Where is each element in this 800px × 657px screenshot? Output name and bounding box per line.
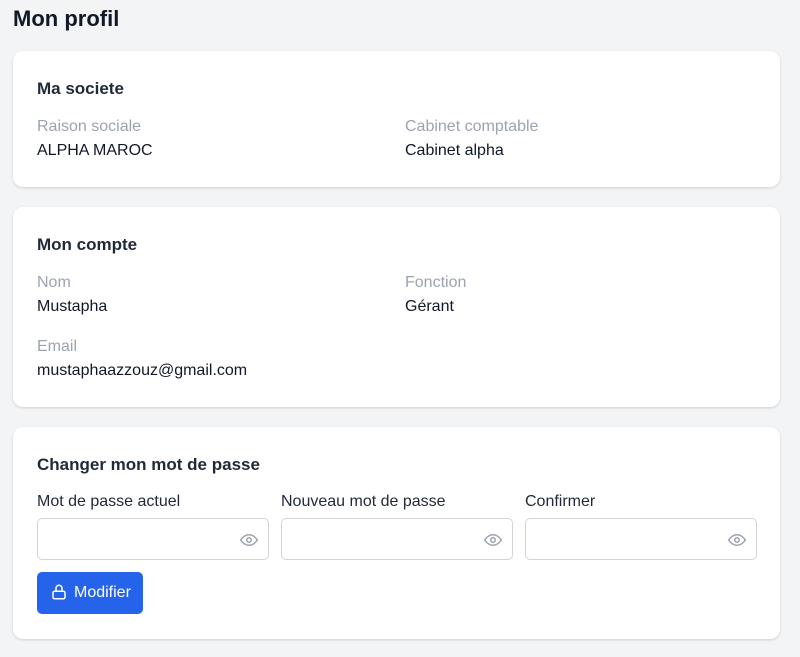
current-password-field [37,518,269,560]
new-password-label: Nouveau mot de passe [281,493,446,510]
modify-password-button[interactable]: Modifier [37,572,143,614]
eye-icon[interactable] [728,531,746,549]
company-card: Ma societe Raison sociale ALPHA MAROC Ca… [13,51,780,187]
confirm-password-input[interactable] [526,519,716,559]
new-password-input[interactable] [282,519,472,559]
new-password-field [281,518,513,560]
email-value: mustaphaazzouz@gmail.com [37,362,248,379]
modify-button-label: Modifier [74,584,131,601]
profile-page: Mon profil Ma societe Raison sociale ALP… [0,0,800,657]
accounting-firm-label: Cabinet comptable [405,118,539,135]
company-name-value: ALPHA MAROC [37,142,153,159]
current-password-label: Mot de passe actuel [37,493,181,510]
company-card-title: Ma societe [37,79,124,98]
confirm-password-field [525,518,757,560]
function-label: Fonction [405,274,467,291]
accounting-firm-value: Cabinet alpha [405,142,504,159]
page-title: Mon profil [13,6,120,31]
account-card-title: Mon compte [37,235,138,254]
account-card: Mon compte Nom Mustapha Fonction Gérant … [13,207,780,407]
company-name-label: Raison sociale [37,118,142,135]
name-value: Mustapha [37,298,108,315]
eye-icon[interactable] [240,531,258,549]
function-value: Gérant [405,298,454,315]
eye-icon[interactable] [484,531,502,549]
name-label: Nom [37,274,71,291]
lock-icon [52,584,66,600]
password-card: Changer mon mot de passe Mot de passe ac… [13,427,780,639]
password-card-title: Changer mon mot de passe [37,455,260,474]
current-password-input[interactable] [38,519,228,559]
email-label: Email [37,338,78,355]
confirm-password-label: Confirmer [525,493,596,510]
